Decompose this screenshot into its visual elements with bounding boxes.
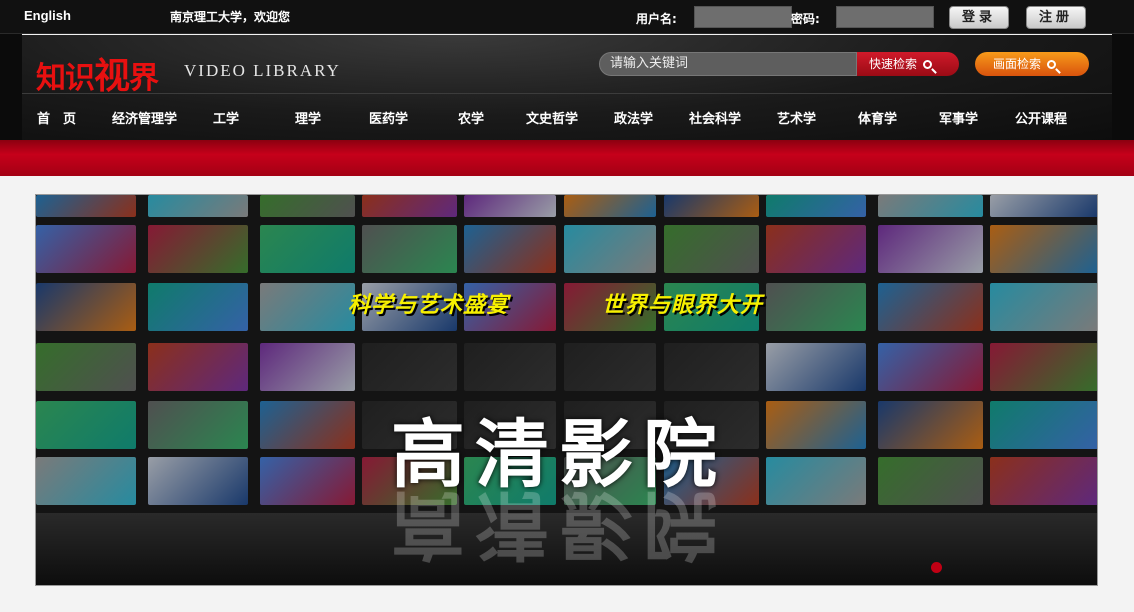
video-tile xyxy=(990,343,1097,391)
main-nav: 首 页 经济管理学 工学 理学 医药学 农学 文史哲学 政法学 社会科学 艺术学… xyxy=(22,93,1112,139)
image-search-label: 画面检索 xyxy=(993,57,1042,71)
video-tile xyxy=(990,401,1097,449)
nav-item-engineering[interactable]: 工学 xyxy=(213,108,239,127)
video-tile xyxy=(766,283,866,331)
video-tile xyxy=(878,225,983,273)
video-tile xyxy=(148,457,248,505)
logo-subtitle: VIDEO LIBRARY xyxy=(184,61,341,80)
video-tile xyxy=(260,283,355,331)
video-tile xyxy=(362,343,457,391)
logo[interactable]: 知识视界 xyxy=(36,47,159,99)
video-tile xyxy=(990,195,1097,217)
video-tile xyxy=(766,195,866,217)
nav-item-economics[interactable]: 经济管理学 xyxy=(112,108,177,127)
nav-item-law[interactable]: 政法学 xyxy=(614,108,653,127)
video-tile xyxy=(260,401,355,449)
video-tile xyxy=(464,343,556,391)
video-tile xyxy=(564,195,656,217)
red-band xyxy=(0,140,1134,176)
video-tile xyxy=(362,195,457,217)
video-tile xyxy=(878,283,983,331)
site-header: 知识视界 VIDEO LIBRARY 请输入关键词 快速检索 画面检索 首 页 … xyxy=(22,35,1112,140)
video-tile xyxy=(36,457,136,505)
video-tile xyxy=(878,457,983,505)
password-label: 密码: xyxy=(791,12,820,26)
video-tile xyxy=(878,195,983,217)
video-tile xyxy=(464,225,556,273)
video-tile xyxy=(664,195,759,217)
quick-search-label: 快速检索 xyxy=(869,57,918,71)
nav-item-military[interactable]: 军事学 xyxy=(939,108,978,127)
logo-text-2: 视 xyxy=(94,56,130,97)
video-tile xyxy=(766,401,866,449)
welcome-text: 南京理工大学，欢迎您 xyxy=(170,10,291,24)
video-tile xyxy=(464,195,556,217)
video-tile xyxy=(148,195,248,217)
image-search-button[interactable]: 画面检索 xyxy=(975,52,1089,76)
video-tile xyxy=(766,343,866,391)
header-side-right xyxy=(1112,34,1134,140)
nav-item-science[interactable]: 理学 xyxy=(295,108,321,127)
video-tile xyxy=(664,225,759,273)
slide-indicator-dot[interactable] xyxy=(931,562,942,573)
video-tile xyxy=(260,457,355,505)
video-tile xyxy=(362,225,457,273)
banner-tagline-1: 科学与艺术盛宴 xyxy=(348,293,510,318)
nav-item-medicine[interactable]: 医药学 xyxy=(369,108,408,127)
quick-search-button[interactable]: 快速检索 xyxy=(857,52,959,76)
video-tile xyxy=(260,195,355,217)
search-input[interactable]: 请输入关键词 xyxy=(599,52,857,76)
nav-item-sports[interactable]: 体育学 xyxy=(858,108,897,127)
nav-item-open-courses[interactable]: 公开课程 xyxy=(1015,108,1067,127)
nav-item-humanities[interactable]: 文史哲学 xyxy=(526,108,578,127)
video-tile xyxy=(36,225,136,273)
search-icon xyxy=(1047,60,1057,69)
video-tile xyxy=(878,343,983,391)
video-tile xyxy=(36,343,136,391)
username-label: 用户名: xyxy=(636,12,677,26)
nav-item-arts[interactable]: 艺术学 xyxy=(777,108,816,127)
video-tile xyxy=(766,225,866,273)
nav-item-social-science[interactable]: 社会科学 xyxy=(689,108,741,127)
video-tile xyxy=(148,283,248,331)
password-input[interactable] xyxy=(836,6,934,28)
top-bar: English 南京理工大学，欢迎您 用户名: 密码: 登录 注册 xyxy=(0,0,1134,34)
video-tile xyxy=(148,343,248,391)
video-tile xyxy=(36,195,136,217)
video-tile xyxy=(148,225,248,273)
login-button[interactable]: 登录 xyxy=(949,6,1009,29)
video-tile xyxy=(564,225,656,273)
english-link[interactable]: English xyxy=(24,8,71,23)
video-tile xyxy=(260,225,355,273)
video-tile xyxy=(766,457,866,505)
video-tile xyxy=(664,343,759,391)
logo-text-3: 界 xyxy=(129,61,159,96)
video-tile xyxy=(148,401,248,449)
nav-item-home[interactable]: 首 页 xyxy=(37,108,76,127)
video-tile xyxy=(990,225,1097,273)
video-tile xyxy=(36,283,136,331)
video-tile xyxy=(990,283,1097,331)
register-button[interactable]: 注册 xyxy=(1026,6,1086,29)
nav-item-agriculture[interactable]: 农学 xyxy=(458,108,484,127)
video-tile xyxy=(564,343,656,391)
video-tile xyxy=(990,457,1097,505)
banner-tagline-2: 世界与眼界大开 xyxy=(602,293,764,318)
video-tile xyxy=(878,401,983,449)
username-input[interactable] xyxy=(694,6,792,28)
search-icon xyxy=(923,60,933,69)
banner-headline-reflection: 高清影院 xyxy=(391,481,727,567)
video-tile xyxy=(260,343,355,391)
hero-banner[interactable]: 科学与艺术盛宴 世界与眼界大开 高清影院 高清影院 xyxy=(35,194,1098,586)
video-tile xyxy=(36,401,136,449)
header-side-left xyxy=(0,34,22,140)
logo-text-1: 知识 xyxy=(36,61,95,96)
